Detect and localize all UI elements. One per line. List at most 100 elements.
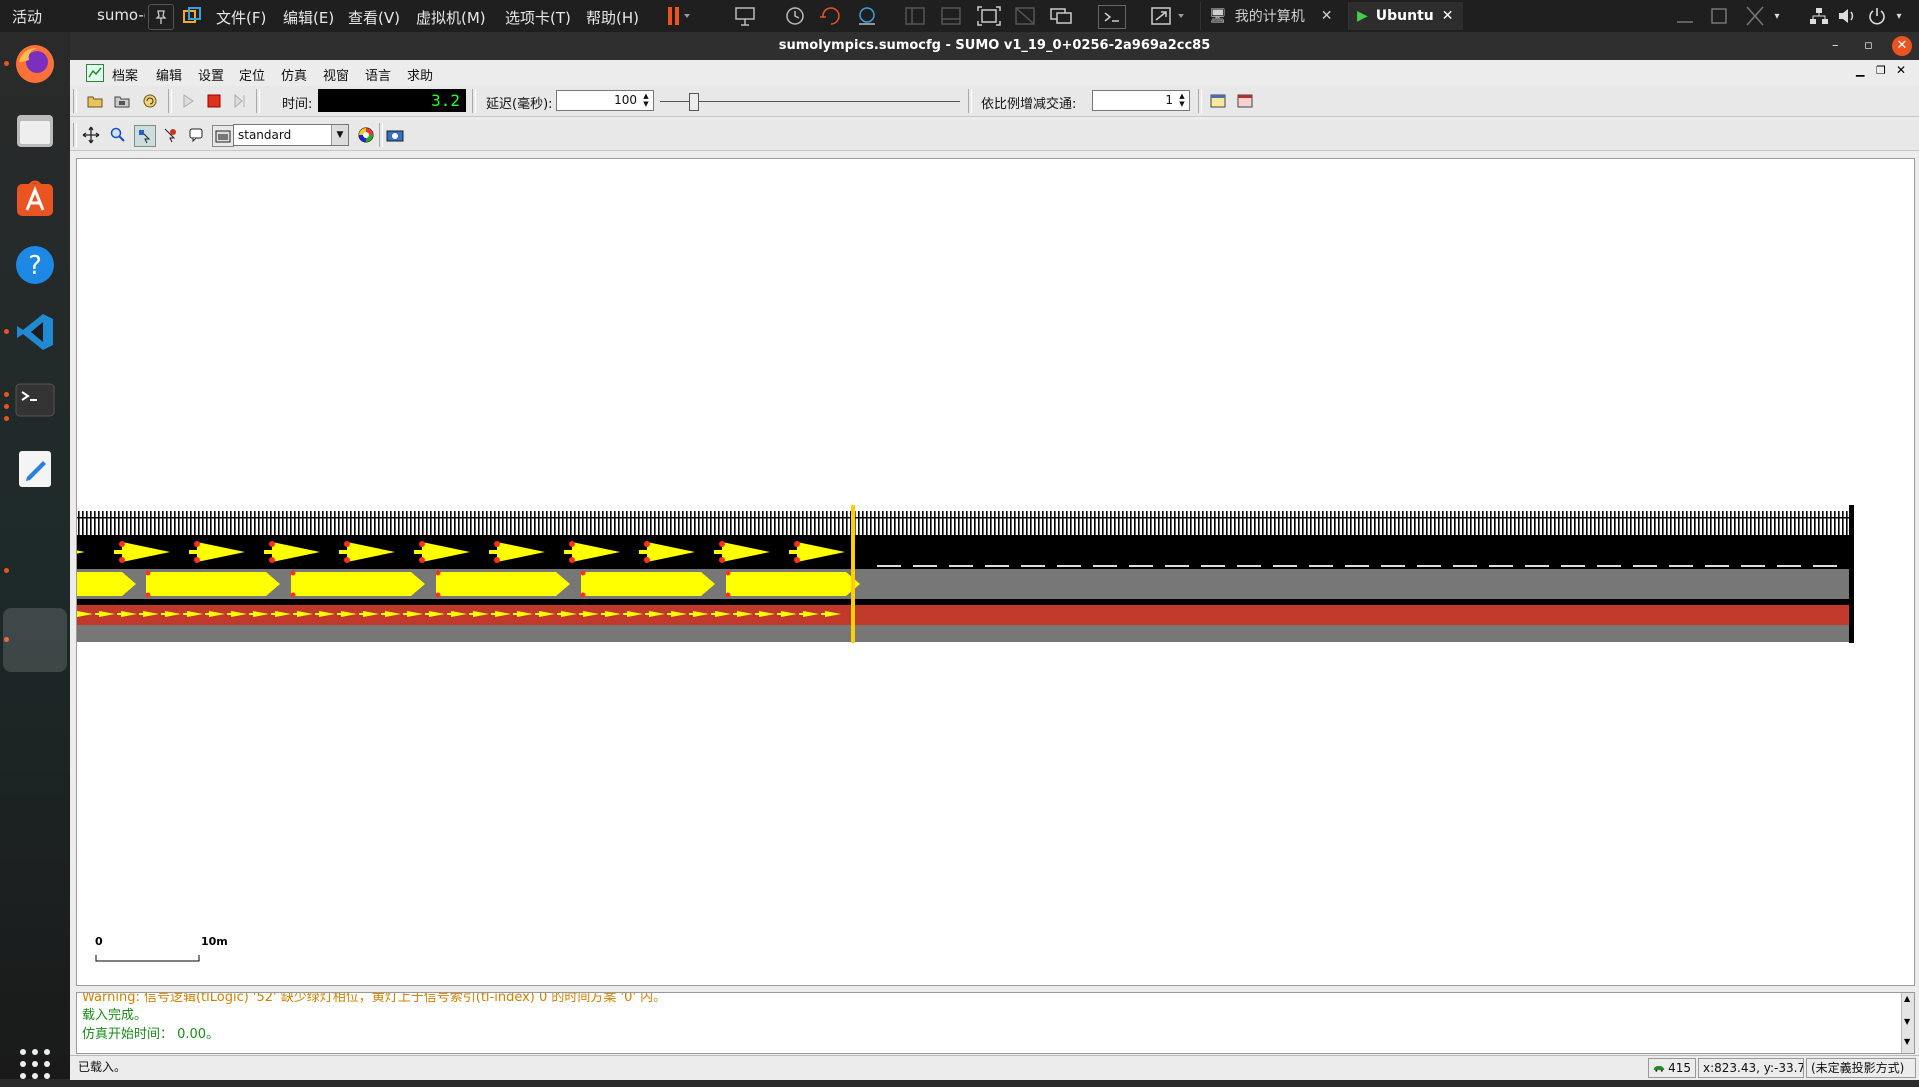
pin-icon[interactable] — [148, 4, 174, 30]
vm-menu-vm[interactable]: 虚拟机(M) — [416, 7, 486, 28]
scroll-down-icon[interactable]: ▼ — [1904, 1017, 1910, 1026]
vehicle-small-tail[interactable] — [293, 613, 297, 615]
vmware-workstation-icon[interactable] — [180, 4, 204, 28]
revert-snapshot-icon[interactable] — [818, 5, 844, 27]
menu-file[interactable]: 档案 — [112, 65, 138, 84]
vm-menu-view[interactable]: 查看(V) — [348, 7, 400, 28]
mdi-minimize-icon[interactable]: ▁ — [1856, 64, 1864, 77]
vehicle-small-tail[interactable] — [117, 613, 121, 615]
chevron-down-icon[interactable]: ▼ — [331, 125, 348, 145]
vehicle-top-light[interactable] — [344, 557, 350, 563]
vehicle-mid-light[interactable] — [580, 570, 586, 576]
tooltip-toggle-icon[interactable] — [186, 125, 206, 145]
vehicle-small-tail[interactable] — [205, 613, 209, 615]
scale-traffic-spinner[interactable]: ▲ ▼ — [1176, 92, 1188, 109]
vehicle-small-tail[interactable] — [161, 613, 165, 615]
vehicle-top-tail[interactable] — [489, 550, 497, 554]
vehicle-top-tail[interactable] — [639, 550, 647, 554]
vehicle-top-light[interactable] — [794, 557, 800, 563]
run-simulation-icon[interactable] — [178, 91, 198, 111]
tab-my-computer[interactable]: 🖥 我的计算机 ✕ — [1200, 2, 1353, 30]
close-tab-icon[interactable]: ✕ — [1321, 8, 1333, 24]
full-screen-icon[interactable] — [976, 5, 1002, 27]
firefox-icon[interactable] — [12, 41, 58, 87]
vm-menu-file[interactable]: 文件(F) — [216, 7, 266, 28]
vehicle-top-light[interactable] — [719, 557, 725, 563]
vehicle-top-light[interactable] — [419, 541, 425, 547]
road-network[interactable] — [77, 159, 1914, 985]
vehicle-top-light[interactable] — [419, 557, 425, 563]
color-scheme-select[interactable]: standard ▼ — [233, 124, 349, 146]
open-network-icon[interactable] — [113, 91, 133, 111]
vehicle-small-tail[interactable] — [557, 613, 561, 615]
vehicle-top-tail[interactable] — [114, 550, 122, 554]
snapshot-manager-icon[interactable] — [854, 5, 880, 27]
vehicle-top-light[interactable] — [269, 541, 275, 547]
vehicle-mid[interactable] — [726, 572, 860, 596]
network-icon[interactable] — [1806, 5, 1832, 27]
vehicle-mid[interactable] — [146, 572, 280, 596]
minimize-icon[interactable] — [1672, 5, 1698, 27]
activities-button[interactable]: 活动 — [12, 6, 42, 27]
delay-slider-thumb[interactable] — [689, 93, 699, 111]
scroll-up-icon[interactable]: ▲ — [1904, 994, 1910, 1003]
vehicle-top-light[interactable] — [194, 541, 200, 547]
editor-view-icon[interactable] — [212, 125, 234, 147]
vehicle-small-tail[interactable] — [403, 613, 407, 615]
step-simulation-icon[interactable] — [230, 91, 250, 111]
recenter-view-icon[interactable] — [81, 125, 101, 145]
menu-locate[interactable]: 定位 — [239, 65, 265, 84]
new-3d-view-icon[interactable] — [1235, 91, 1255, 111]
vehicle-top-tail[interactable] — [789, 550, 797, 554]
vehicle-top-light[interactable] — [194, 557, 200, 563]
vehicle-small-tail[interactable] — [645, 613, 649, 615]
vehicle-top-light[interactable] — [719, 541, 725, 547]
vehicle-top-tail[interactable] — [414, 550, 422, 554]
lane-3[interactable] — [77, 625, 1851, 642]
vehicle-small-tail[interactable] — [667, 613, 671, 615]
vehicle-top-light[interactable] — [794, 541, 800, 547]
close-tab-icon[interactable]: ✕ — [1442, 8, 1454, 24]
vehicle-small-tail[interactable] — [425, 613, 429, 615]
vehicle-mid-light[interactable] — [435, 592, 441, 598]
open-simulation-icon[interactable] — [86, 91, 106, 111]
vehicle-small-tail[interactable] — [271, 613, 275, 615]
files-icon[interactable] — [12, 108, 58, 154]
vehicle-small-tail[interactable] — [469, 613, 473, 615]
vehicle-top-light[interactable] — [269, 557, 275, 563]
help-icon[interactable]: ? — [12, 242, 58, 288]
vehicle-top-light[interactable] — [119, 557, 125, 563]
scale-traffic-input[interactable]: 1 ▲ ▼ — [1092, 90, 1190, 111]
message-scrollbar[interactable]: ▲ ▼ ▼ — [1901, 993, 1914, 1053]
vehicle-small-tail[interactable] — [315, 613, 319, 615]
terminal-icon[interactable] — [12, 377, 58, 423]
vehicle-small-tail[interactable] — [711, 613, 715, 615]
vm-menu-tabs[interactable]: 选项卡(T) — [505, 7, 571, 28]
menu-simulation[interactable]: 仿真 — [281, 65, 307, 84]
vehicle-small-tail[interactable] — [623, 613, 627, 615]
vehicle-mid-light[interactable] — [290, 592, 296, 598]
vehicle-small-tail[interactable] — [799, 613, 803, 615]
software-center-icon[interactable] — [12, 175, 58, 221]
vehicle-mid-light[interactable] — [290, 570, 296, 576]
vehicle-small-tail[interactable] — [777, 613, 781, 615]
stop-simulation-icon[interactable] — [204, 91, 224, 111]
chevron-down-icon[interactable]: ▾ — [1770, 4, 1784, 28]
vehicle-mid-light[interactable] — [580, 592, 586, 598]
power-icon[interactable] — [1864, 5, 1890, 27]
stretch-guest-icon[interactable] — [1148, 5, 1192, 27]
vehicle-top-tail[interactable] — [264, 550, 272, 554]
vehicle-top-light[interactable] — [344, 541, 350, 547]
delay-slider-track[interactable] — [660, 101, 960, 102]
vehicle-small-tail[interactable] — [139, 613, 143, 615]
tab-ubuntu[interactable]: ▶ Ubuntu ✕ — [1348, 2, 1463, 30]
window-restore-icon[interactable]: ▫ — [1864, 32, 1873, 60]
vehicle-small-tail[interactable] — [249, 613, 253, 615]
vehicle-small-tail[interactable] — [821, 613, 825, 615]
menu-help[interactable]: 求助 — [407, 65, 433, 84]
volume-icon[interactable] — [1834, 5, 1860, 27]
vm-menu-help[interactable]: 帮助(H) — [586, 7, 639, 28]
vehicle-top-light[interactable] — [644, 541, 650, 547]
locate-vehicle-icon[interactable] — [160, 125, 180, 145]
vehicle-small-tail[interactable] — [183, 613, 187, 615]
